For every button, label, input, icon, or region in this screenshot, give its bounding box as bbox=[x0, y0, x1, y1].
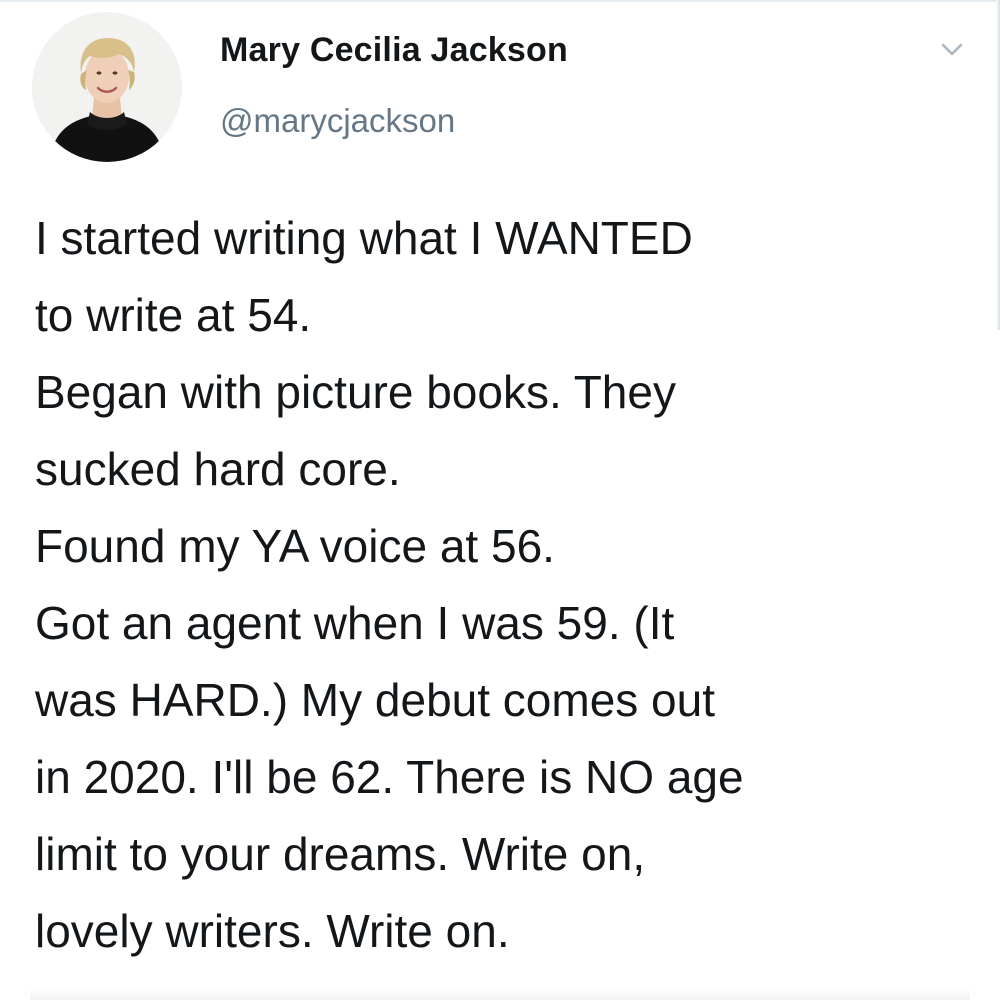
tweet-menu-button[interactable] bbox=[934, 32, 970, 68]
tweet-text-line: limit to your dreams. Write on, bbox=[35, 828, 646, 880]
scrollbar-edge bbox=[996, 0, 1000, 330]
avatar-photo-icon bbox=[32, 12, 182, 162]
tweet-text-line: was HARD.) My debut comes out bbox=[35, 674, 716, 726]
tweet-text-line: I started writing what I WANTED bbox=[35, 212, 693, 264]
tweet-text-line: lovely writers. Write on. bbox=[35, 905, 510, 957]
tweet-text-line: Began with picture books. They bbox=[35, 366, 676, 418]
chevron-down-icon bbox=[941, 43, 963, 56]
tweet-text-line: Got an agent when I was 59. (It bbox=[35, 597, 675, 649]
tweet-text: I started writing what I WANTED to write… bbox=[35, 200, 975, 970]
author-display-name[interactable]: Mary Cecilia Jackson bbox=[220, 31, 568, 70]
author-handle[interactable]: @marycjackson bbox=[220, 102, 455, 140]
tweet-text-line: in 2020. I'll be 62. There is NO age bbox=[35, 751, 744, 803]
tweet-text-line: sucked hard core. bbox=[35, 443, 401, 495]
avatar[interactable] bbox=[32, 12, 182, 162]
tweet-text-line: to write at 54. bbox=[35, 289, 312, 341]
bottom-fade bbox=[30, 988, 970, 1000]
top-divider bbox=[0, 0, 1000, 2]
tweet-text-line: Found my YA voice at 56. bbox=[35, 520, 555, 572]
tweet-card: Mary Cecilia Jackson @marycjackson I sta… bbox=[0, 0, 1000, 1000]
